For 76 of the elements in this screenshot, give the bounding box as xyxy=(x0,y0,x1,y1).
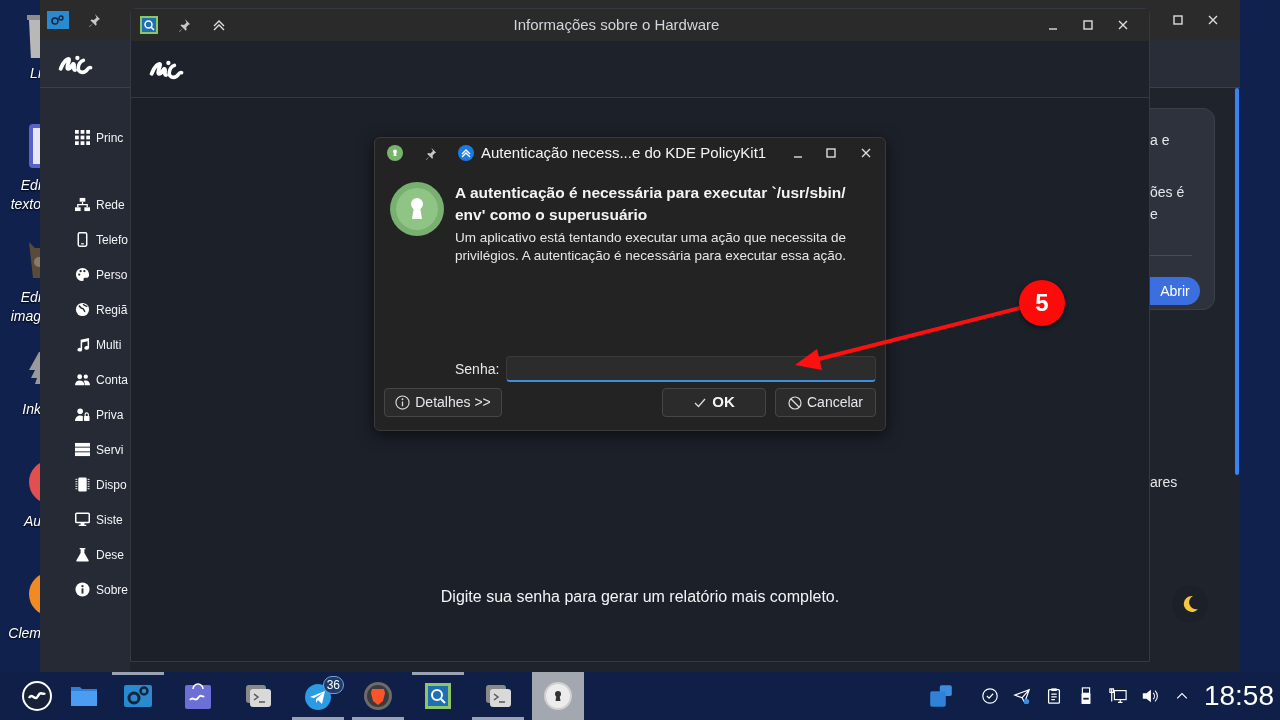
app-icon[interactable] xyxy=(387,145,403,161)
start-menu-icon xyxy=(21,680,53,712)
magnifier-icon xyxy=(422,680,454,712)
shopping-bag-icon xyxy=(182,680,214,712)
users-icon xyxy=(75,372,90,387)
window-title: Informações sobre o Hardware xyxy=(512,14,721,35)
pin-icon[interactable] xyxy=(424,146,437,160)
globe-icon xyxy=(75,302,90,317)
sidebar-item[interactable]: Dispo xyxy=(40,467,130,502)
clock: 18:58 xyxy=(1203,679,1274,713)
sidebar-item[interactable]: Servi xyxy=(40,432,130,467)
check-circle-icon[interactable] xyxy=(980,687,999,705)
open-button[interactable]: Abrir xyxy=(1150,277,1200,305)
speaker-icon[interactable] xyxy=(1140,687,1159,705)
music-note-icon xyxy=(75,337,90,352)
pin-icon[interactable] xyxy=(87,13,101,27)
notification-badge: 36 xyxy=(322,676,344,694)
card-text: ões é xyxy=(1150,183,1186,202)
maximize-icon[interactable] xyxy=(1172,14,1184,26)
flask-icon xyxy=(75,547,90,562)
card-text: a e xyxy=(1150,131,1171,150)
dialog-title: Autenticação necess...e do KDE PolicyKit1 xyxy=(481,142,768,163)
taskbar-button[interactable]: 36 xyxy=(292,672,344,720)
field-label: Senha: xyxy=(455,359,500,379)
chevrons-up-icon xyxy=(458,145,474,161)
grid-icon xyxy=(75,130,90,145)
close-icon[interactable] xyxy=(1207,14,1219,26)
sidebar-item[interactable]: Sobre xyxy=(40,572,130,607)
status-message: Digite sua senha para gerar um relatório mais completo. xyxy=(440,587,840,607)
details-button[interactable]: Detalhes >> xyxy=(384,388,502,417)
desktop-icon-label[interactable]: Au xyxy=(0,512,41,531)
desktop-icon-label[interactable]: Clem xyxy=(0,624,41,643)
paper-plane-icon[interactable] xyxy=(1012,687,1031,705)
theme-button[interactable] xyxy=(1172,586,1208,622)
desktop-icon-label[interactable]: Ink xyxy=(0,400,41,419)
cancel-button[interactable]: Cancelar xyxy=(775,388,876,417)
list-text: ares xyxy=(1150,473,1178,492)
sidebar-item[interactable]: Telefo xyxy=(40,222,130,257)
cancel-icon xyxy=(788,395,802,410)
sidebar-item[interactable]: Dese xyxy=(40,537,130,572)
scrollbar[interactable] xyxy=(1235,88,1239,475)
sidebar-item[interactable]: Princ xyxy=(40,120,130,155)
desktop-icon-label[interactable]: Edi imag xyxy=(0,288,41,326)
card-text: e xyxy=(1150,205,1159,224)
sidebar-item[interactable]: Rede xyxy=(40,187,130,222)
user-lock-icon xyxy=(75,407,90,422)
sidebar-item[interactable]: Multi xyxy=(40,327,130,362)
server-icon xyxy=(75,442,90,457)
password-field[interactable] xyxy=(506,356,876,382)
pin-icon[interactable] xyxy=(177,18,191,32)
phone-icon xyxy=(75,232,90,247)
sidebar-item[interactable]: Conta xyxy=(40,362,130,397)
sidebar-item[interactable]: Siste xyxy=(40,502,130,537)
windows-icon[interactable] xyxy=(928,684,953,708)
close-icon[interactable] xyxy=(860,147,872,159)
close-icon[interactable] xyxy=(1117,19,1129,31)
palette-icon xyxy=(75,267,90,282)
lock-icon xyxy=(390,182,444,236)
network-monitor-icon[interactable] xyxy=(1108,687,1127,705)
maximize-icon[interactable] xyxy=(1082,19,1094,31)
info-icon xyxy=(75,582,90,597)
sidebar-item[interactable]: Perso xyxy=(40,257,130,292)
sidebar-item[interactable]: Regiã xyxy=(40,292,130,327)
chevrons-up-icon[interactable] xyxy=(212,18,226,32)
maximize-icon[interactable] xyxy=(825,147,837,159)
dialog-description: Um aplicativo está tentando executar uma ação que necessita de privilégios. A autenticação é necessária para executar essa ação. xyxy=(455,229,847,265)
desktop-icon-label[interactable]: Edi texto xyxy=(0,176,41,214)
trash-icon[interactable] xyxy=(27,12,40,58)
network-icon xyxy=(75,197,90,212)
sidebar-item[interactable]: Priva xyxy=(40,397,130,432)
info-icon xyxy=(395,395,411,410)
keyhole-icon xyxy=(542,680,574,712)
dialog-heading: A autenticação é necessária para executar `/usr/sbin/ env' como o superusuário xyxy=(455,183,847,225)
monitor-icon xyxy=(75,512,90,527)
chip-icon xyxy=(75,477,90,492)
ok-button[interactable]: OK xyxy=(662,388,766,417)
